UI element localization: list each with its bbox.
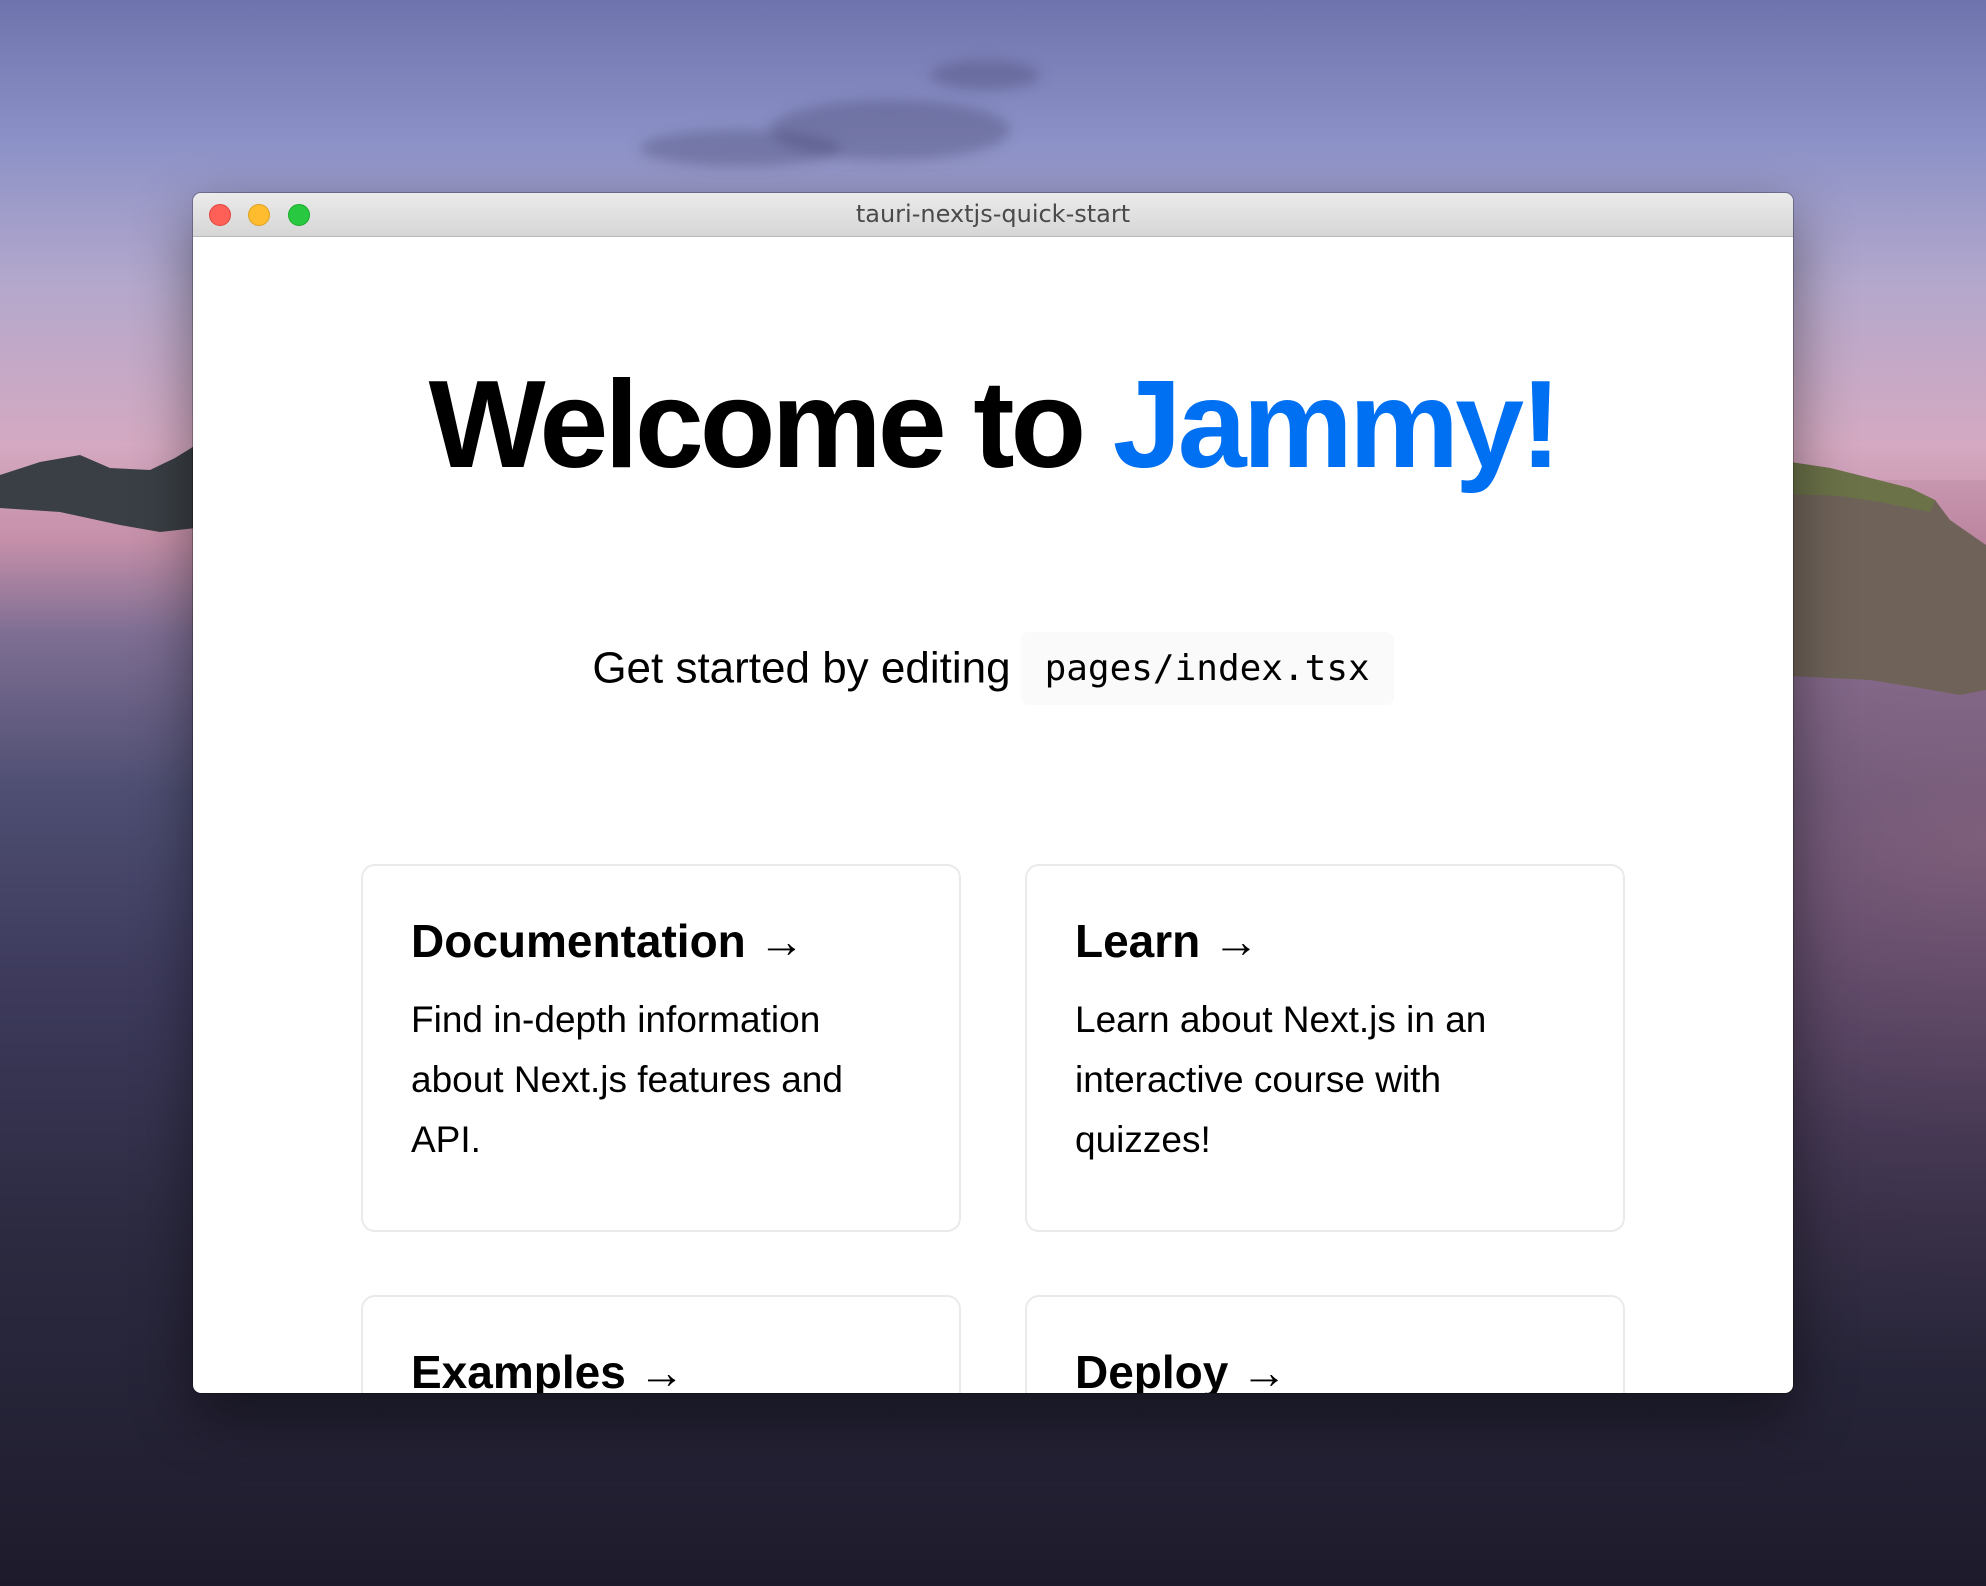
page-title-accent: Jammy!	[1112, 356, 1562, 494]
page-description: Get started by editing pages/index.tsx	[193, 632, 1793, 705]
card-title: Deploy →	[1075, 1346, 1288, 1393]
page-content: Welcome to Jammy! Get started by editing…	[193, 237, 1793, 1393]
app-window: tauri-nextjs-quick-start Welcome to Jamm…	[193, 193, 1793, 1393]
card-documentation[interactable]: Documentation → Find in-depth informatio…	[361, 864, 961, 1232]
card-text: Learn about Next.js in an interactive co…	[1075, 999, 1487, 1160]
card-title: Learn →	[1075, 915, 1260, 967]
card-text: Find in-depth information about Next.js …	[411, 999, 843, 1160]
description-text: Get started by editing	[592, 643, 1011, 693]
page-title-prefix: Welcome to	[428, 356, 1113, 494]
card-learn[interactable]: Learn → Learn about Next.js in an intera…	[1025, 864, 1625, 1232]
left-island	[0, 445, 196, 532]
code-filename: pages/index.tsx	[1020, 632, 1394, 705]
card-examples[interactable]: Examples →	[361, 1295, 961, 1393]
window-title: tauri-nextjs-quick-start	[855, 200, 1131, 228]
card-deploy[interactable]: Deploy →	[1025, 1295, 1625, 1393]
window-titlebar[interactable]: tauri-nextjs-quick-start	[193, 193, 1793, 237]
page-title: Welcome to Jammy!	[193, 354, 1793, 496]
card-title: Examples →	[411, 1346, 685, 1393]
card-title: Documentation →	[411, 915, 805, 967]
